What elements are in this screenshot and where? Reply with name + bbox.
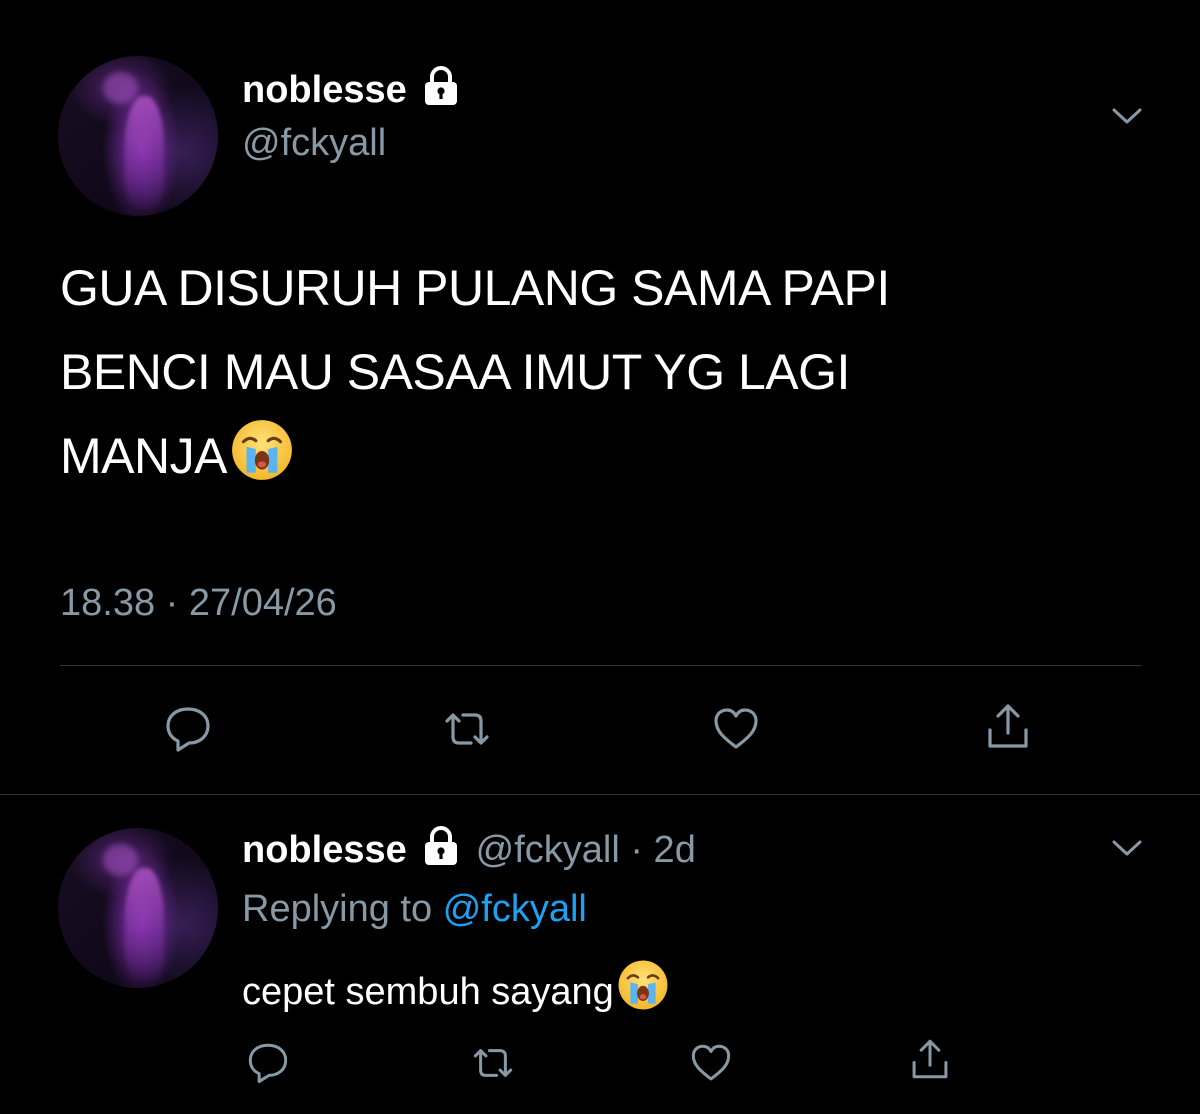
- heart-icon[interactable]: [688, 1040, 734, 1086]
- tweet-text-line: GUA DISURUH PULANG SAMA PAPI: [60, 260, 890, 316]
- reply-author-row: noblesse @fckyall · 2d: [242, 826, 696, 872]
- comment-icon[interactable]: [245, 1040, 291, 1086]
- avatar-figure-shape: [125, 868, 164, 980]
- share-icon[interactable]: [907, 1036, 953, 1082]
- chevron-down-icon[interactable]: [1112, 107, 1142, 125]
- loudly-crying-face-emoji: [232, 420, 292, 480]
- lock-icon: [425, 826, 458, 865]
- avatar-head-shape: [102, 844, 138, 876]
- heart-icon[interactable]: [710, 703, 762, 755]
- reply-text: cepet sembuh sayang: [242, 958, 670, 1014]
- tweet-text-segment: MANJA: [60, 428, 227, 484]
- user-handle[interactable]: @fckyall: [242, 122, 386, 165]
- retweet-icon[interactable]: [441, 703, 493, 755]
- avatar[interactable]: [58, 56, 218, 216]
- tweet-text-line: BENCI MAU SASAA IMUT YG LAGI: [60, 344, 850, 400]
- tweet-text: GUA DISURUH PULANG SAMA PAPI BENCI MAU S…: [60, 246, 1160, 498]
- retweet-icon[interactable]: [470, 1040, 516, 1086]
- chevron-down-icon[interactable]: [1112, 839, 1142, 857]
- reply-handle-time[interactable]: @fckyall · 2d: [476, 829, 696, 871]
- comment-icon[interactable]: [162, 703, 214, 755]
- replying-to-handle-link[interactable]: @fckyall: [443, 888, 587, 930]
- tweet-text-line: MANJA: [60, 414, 1160, 498]
- avatar-head-shape: [102, 72, 138, 104]
- lock-icon: [425, 66, 458, 105]
- reply-display-name[interactable]: noblesse: [242, 829, 407, 871]
- display-name[interactable]: noblesse: [242, 69, 407, 111]
- section-divider: [0, 794, 1200, 795]
- avatar-figure-shape: [125, 96, 164, 208]
- reply-avatar[interactable]: [58, 828, 218, 988]
- loudly-crying-face-emoji: [618, 960, 668, 1010]
- divider: [60, 665, 1142, 666]
- reply-text-content: cepet sembuh sayang: [242, 971, 614, 1013]
- share-icon[interactable]: [982, 700, 1034, 752]
- replying-to-label: Replying to: [242, 888, 433, 930]
- tweet-timestamp[interactable]: 18.38 · 27/04/26: [60, 582, 337, 625]
- replying-to: Replying to @fckyall: [242, 888, 587, 931]
- main-author-row: noblesse: [242, 66, 459, 112]
